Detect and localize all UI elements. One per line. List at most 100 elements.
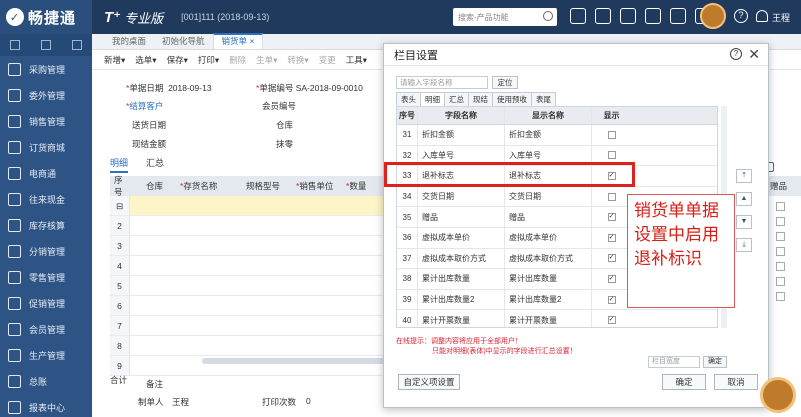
table-row[interactable]: ⊟: [110, 196, 388, 216]
field-row[interactable]: 31 折扣金额 折扣金额: [397, 125, 717, 146]
table-row[interactable]: 3: [110, 236, 388, 256]
sidebar-item-purchase[interactable]: 采购管理: [0, 56, 92, 82]
warehouse-field[interactable]: 仓库: [276, 119, 293, 131]
tab-init-nav[interactable]: 初始化导航: [154, 35, 213, 49]
tab-footer[interactable]: 表尾: [531, 92, 556, 107]
message-icon[interactable]: [645, 8, 661, 24]
sidebar-item-distribution[interactable]: 分销管理: [0, 238, 92, 264]
custom-field-button[interactable]: 自定义项设置: [398, 374, 460, 390]
sidebar-item-ecommerce[interactable]: 电商通: [0, 160, 92, 186]
gift-checkbox[interactable]: [776, 262, 785, 271]
display-name[interactable]: 累计出库数量2: [504, 289, 591, 310]
tab-summary[interactable]: 汇总: [444, 92, 468, 107]
sidebar-item-ledger[interactable]: 总账: [0, 368, 92, 394]
table-row[interactable]: 7: [110, 316, 388, 336]
help-icon[interactable]: ?: [730, 48, 742, 60]
table-row[interactable]: 2: [110, 216, 388, 236]
select-doc-button[interactable]: 选单▾: [135, 54, 156, 66]
tab-sales-delivery[interactable]: 销货单 ×: [212, 33, 264, 49]
customer-field[interactable]: *结算客户: [126, 100, 163, 112]
sidebar-item-outsource[interactable]: 委外管理: [0, 82, 92, 108]
delivery-date-field[interactable]: 送货日期: [132, 119, 166, 131]
width-confirm-button[interactable]: 确定: [703, 356, 727, 368]
move-up-button[interactable]: ▲: [736, 192, 752, 206]
visible-checkbox[interactable]: [607, 192, 616, 201]
tab-desktop[interactable]: 我的桌面: [104, 35, 154, 49]
table-row[interactable]: 5: [110, 276, 388, 296]
menu-icon[interactable]: [10, 40, 21, 50]
mail-icon[interactable]: [670, 8, 686, 24]
ok-button[interactable]: 确定: [662, 374, 706, 390]
cancel-button[interactable]: 取消: [714, 374, 758, 390]
column-width-input[interactable]: 栏目宽度: [648, 356, 700, 368]
sidebar-item-production[interactable]: 生产管理: [0, 342, 92, 368]
table-row[interactable]: 4: [110, 256, 388, 276]
display-name[interactable]: 虚拟成本取价方式: [504, 248, 591, 269]
generate-button[interactable]: 生单▾: [256, 54, 277, 66]
gift-checkbox[interactable]: [776, 217, 785, 226]
tab-summary[interactable]: 汇总: [146, 156, 164, 173]
search-input[interactable]: 搜索-产品功能: [453, 8, 557, 26]
favorite-icon[interactable]: [40, 40, 51, 50]
gift-checkbox[interactable]: [776, 277, 785, 286]
display-name[interactable]: 累计出库数量: [504, 269, 591, 289]
move-down-button[interactable]: ▼: [736, 215, 752, 229]
tab-detail[interactable]: 明细: [420, 92, 444, 107]
convert-button[interactable]: 转换▾: [287, 54, 308, 66]
search-icon[interactable]: [543, 11, 553, 21]
tools-button[interactable]: 工具▾: [346, 54, 367, 66]
display-name[interactable]: 虚拟成本单价: [504, 227, 591, 248]
code-field[interactable]: *单据编号 SA-2018-09-0010: [256, 82, 363, 94]
table-row[interactable]: 8: [110, 336, 388, 356]
visible-checkbox[interactable]: [607, 130, 616, 139]
calculator-icon[interactable]: [570, 8, 586, 24]
user-icon[interactable]: [756, 10, 768, 22]
print-button[interactable]: 打印▾: [198, 54, 219, 66]
user-name[interactable]: 王程: [772, 11, 790, 24]
new-button[interactable]: 新增▾: [104, 54, 125, 66]
sidebar-item-cash[interactable]: 往来现金: [0, 186, 92, 212]
date-field[interactable]: *单据日期 2018-09-13: [126, 82, 212, 94]
brand-logo[interactable]: ✓ 畅捷通: [0, 0, 92, 34]
tab-header[interactable]: 表头: [396, 92, 420, 107]
move-top-button[interactable]: ⤒: [736, 169, 752, 183]
mobile-icon[interactable]: [595, 8, 611, 24]
delete-button[interactable]: 删除: [229, 54, 246, 66]
change-button[interactable]: 变更: [319, 54, 336, 66]
member-field[interactable]: 会员编号: [262, 100, 296, 112]
sidebar-item-mall[interactable]: 订货商城: [0, 134, 92, 160]
visible-checkbox[interactable]: [607, 151, 616, 160]
sidebar-item-inventory[interactable]: 库存核算: [0, 212, 92, 238]
gift-checkbox[interactable]: [776, 202, 785, 211]
move-bottom-button[interactable]: ⤓: [736, 238, 752, 252]
visible-checkbox[interactable]: ✓: [607, 233, 616, 242]
sidebar-item-reports[interactable]: 报表中心: [0, 394, 92, 417]
field-search-input[interactable]: 请输入字段名称: [396, 76, 488, 89]
gift-checkbox[interactable]: [776, 247, 785, 256]
visible-checkbox[interactable]: ✓: [607, 316, 616, 325]
cash-field[interactable]: 现结金额: [132, 138, 166, 150]
display-name[interactable]: 交货日期: [504, 186, 591, 207]
visible-checkbox[interactable]: ✓: [607, 213, 616, 222]
close-icon[interactable]: ✕: [748, 46, 760, 63]
chart-icon[interactable]: [620, 8, 636, 24]
help-icon[interactable]: ?: [734, 9, 748, 23]
gift-checkbox[interactable]: [776, 292, 785, 301]
edit-icon[interactable]: [71, 40, 82, 50]
tab-detail[interactable]: 明细: [110, 156, 129, 173]
display-name[interactable]: 累计开票数量: [504, 310, 591, 327]
mascot-icon[interactable]: [700, 3, 726, 29]
visible-checkbox[interactable]: ✓: [607, 295, 616, 304]
table-row[interactable]: 6: [110, 296, 388, 316]
tab-cash[interactable]: 现结: [468, 92, 492, 107]
display-name[interactable]: 赠品: [504, 207, 591, 227]
tab-prepaid[interactable]: 使用预收: [492, 92, 531, 107]
save-button[interactable]: 保存▾: [167, 54, 188, 66]
field-row[interactable]: 40 累计开票数量 累计开票数量 ✓: [397, 310, 717, 327]
sidebar-item-promotion[interactable]: 促销管理: [0, 290, 92, 316]
sidebar-item-sales[interactable]: 销售管理: [0, 108, 92, 134]
display-name[interactable]: 折扣金额: [504, 125, 591, 145]
mascot-icon[interactable]: [760, 377, 796, 413]
visible-checkbox[interactable]: ✓: [607, 274, 616, 283]
sidebar-item-retail[interactable]: 零售管理: [0, 264, 92, 290]
